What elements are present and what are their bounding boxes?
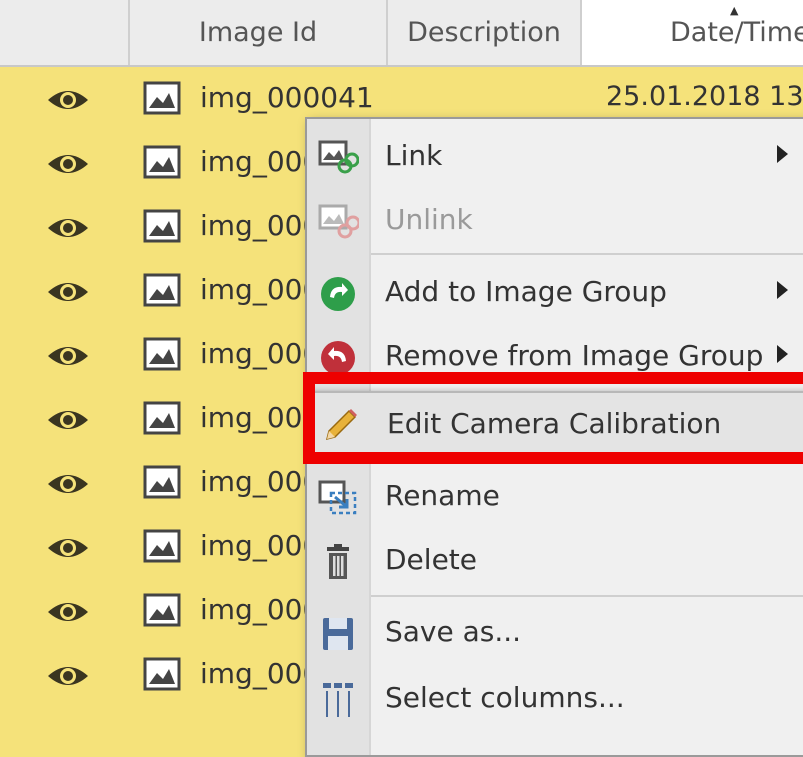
menu-separator [371,253,803,255]
image-id-cell: img_000 [200,337,321,370]
menu-item-label: Save as... [385,615,522,648]
menu-item-label: Delete [385,543,477,576]
image-thumbnail-icon [143,401,181,435]
link-image-icon [318,140,359,174]
menu-item-save-as[interactable]: Save as... [307,601,803,665]
menu-item-unlink[interactable]: Unlink [307,189,803,253]
header-select-column[interactable] [0,0,130,65]
menu-item-remove-from-image-group[interactable]: Remove from Image Group [307,325,803,389]
menu-item-add-to-image-group[interactable]: Add to Image Group [307,261,803,325]
image-thumbnail-icon [143,273,181,307]
image-thumbnail-icon [143,81,181,115]
menu-item-label: Add to Image Group [385,275,667,308]
menu-item-label: Select columns... [385,681,625,714]
menu-item-delete[interactable]: Delete [307,529,803,593]
menu-item-label: Remove from Image Group [385,339,764,372]
image-thumbnail-icon [143,593,181,627]
menu-item-edit-camera-calibration[interactable]: Edit Camera Calibration [307,391,803,455]
menu-item-select-columns[interactable]: Select columns... [307,667,803,731]
eye-icon[interactable] [46,663,90,689]
header-date-time-label: Date/Time [670,17,803,48]
image-id-cell: img_000 [200,401,321,434]
eye-icon[interactable] [46,151,90,177]
image-id-cell: img_000 [200,465,321,498]
image-id-cell: img_000 [200,273,321,306]
header-description[interactable]: Description [388,0,582,65]
menu-item-link[interactable]: Link [307,125,803,189]
unlink-image-icon [318,204,359,239]
remove-group-icon [321,341,355,375]
add-group-icon [321,277,355,311]
columns-icon [323,683,353,717]
header-date-time[interactable]: ▲ Date/Time [582,0,803,65]
pencil-icon [325,409,357,441]
grid-header: Image Id Description ▲ Date/Time [0,0,803,67]
eye-icon[interactable] [46,343,90,369]
menu-separator [371,595,803,597]
submenu-arrow-icon [777,145,788,163]
menu-item-label: Rename [385,479,500,512]
eye-icon[interactable] [46,471,90,497]
image-id-cell: img_000 [200,657,321,690]
eye-icon[interactable] [46,279,90,305]
sort-ascending-icon: ▲ [730,4,739,17]
menu-item-label: Link [385,139,443,172]
submenu-arrow-icon [777,281,788,299]
context-menu: Link Unlink Add to Image Group Remove fr… [305,117,803,757]
menu-item-label: Edit Camera Calibration [387,407,722,440]
eye-icon[interactable] [46,535,90,561]
image-thumbnail-icon [143,657,181,691]
eye-icon[interactable] [46,215,90,241]
date-time-cell: 25.01.2018 13:2 [606,81,803,112]
image-thumbnail-icon [143,529,181,563]
menu-item-label: Unlink [385,203,473,236]
submenu-arrow-icon [777,345,788,363]
eye-icon[interactable] [46,407,90,433]
menu-item-rename[interactable]: Rename [307,465,803,529]
image-thumbnail-icon [143,465,181,499]
rename-icon [318,480,357,515]
image-id-cell: img_000 [200,145,321,178]
image-thumbnail-icon [143,209,181,243]
image-thumbnail-icon [143,145,181,179]
image-id-cell: img_000 [200,209,321,242]
image-id-cell: img_000 [200,529,321,562]
image-id-cell: img_000041 [200,81,374,114]
image-id-cell: img_000 [200,593,321,626]
header-image-id[interactable]: Image Id [130,0,388,65]
save-icon [323,618,353,650]
eye-icon[interactable] [46,87,90,113]
image-thumbnail-icon [143,337,181,371]
eye-icon[interactable] [46,599,90,625]
trash-icon [327,544,349,579]
